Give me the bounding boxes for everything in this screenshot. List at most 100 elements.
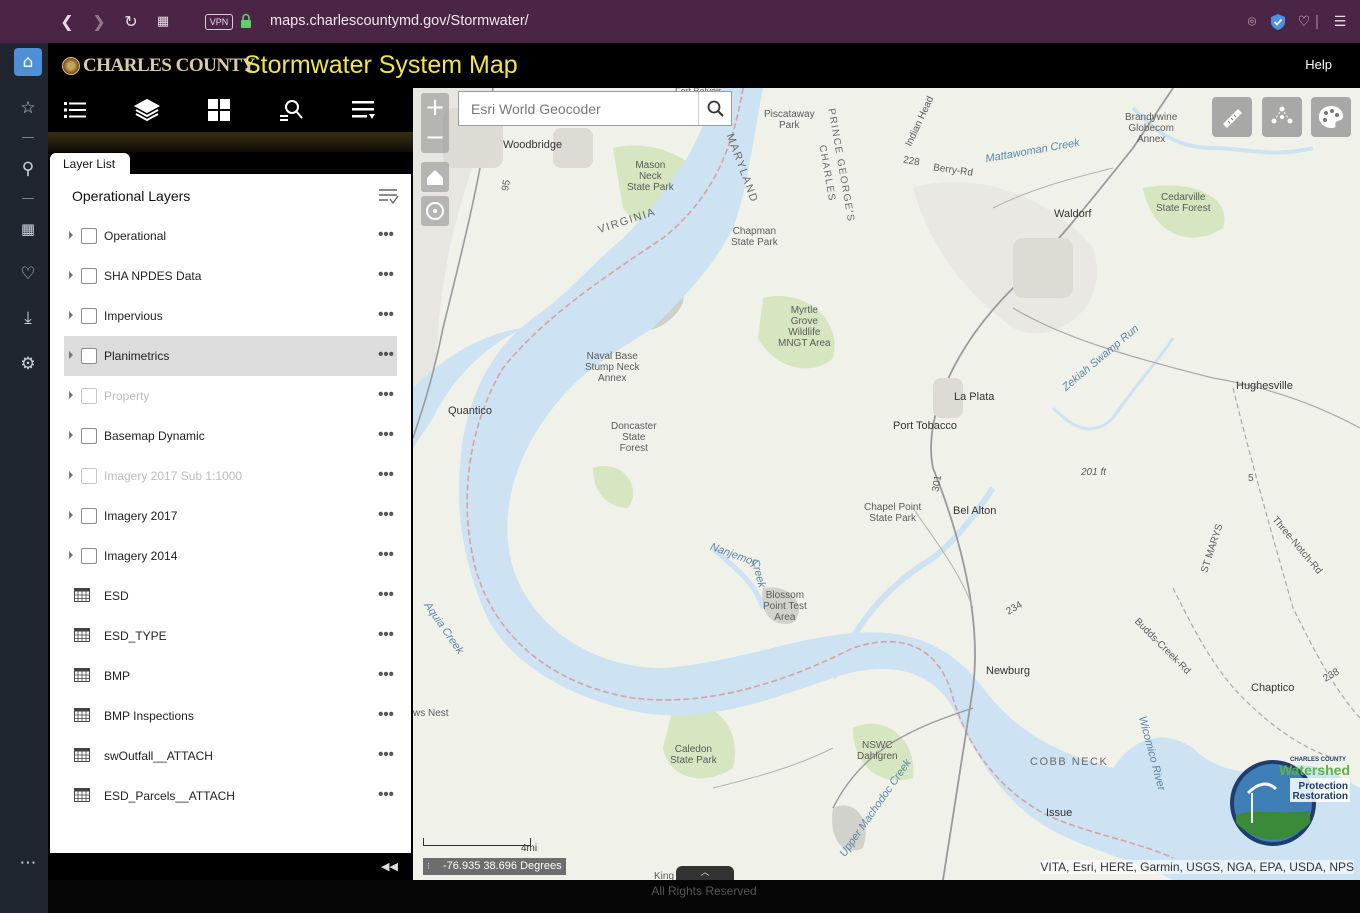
heart-icon[interactable]: ♡ bbox=[1294, 12, 1314, 32]
layer-visibility-checkbox[interactable] bbox=[81, 348, 97, 364]
menu-icon[interactable]: ☰ bbox=[1330, 12, 1350, 32]
more-options-icon[interactable]: ••• bbox=[377, 547, 395, 562]
map-label-waldorf: Waldorf bbox=[1054, 208, 1092, 220]
my-location-button[interactable] bbox=[421, 196, 449, 226]
layer-options-icon[interactable] bbox=[377, 186, 399, 206]
layer-visibility-checkbox[interactable] bbox=[81, 468, 97, 484]
search-icon[interactable]: ⚲ bbox=[14, 155, 42, 183]
layer-visibility-checkbox[interactable] bbox=[81, 428, 97, 444]
map-view[interactable]: Woodbridge Mason Neck State Park Piscata… bbox=[413, 88, 1360, 880]
search-input[interactable] bbox=[459, 92, 699, 125]
search-button[interactable] bbox=[698, 92, 731, 125]
layers-icon[interactable] bbox=[133, 96, 161, 124]
more-options-icon[interactable]: ••• bbox=[377, 227, 395, 242]
home-icon[interactable]: ⌂ bbox=[14, 48, 42, 76]
more-options-icon[interactable]: ••• bbox=[377, 627, 395, 642]
expand-caret-icon[interactable] bbox=[69, 391, 73, 399]
layer-row[interactable]: ESD_TYPE ••• bbox=[64, 616, 397, 656]
collapse-panel-icon[interactable]: ◀◀ bbox=[381, 860, 398, 874]
map-label-ws-nest: ws Nest bbox=[413, 708, 449, 719]
draw-button[interactable] bbox=[1262, 97, 1302, 137]
layer-label: Imagery 2014 bbox=[104, 549, 178, 563]
more-options-icon[interactable]: ••• bbox=[377, 747, 395, 762]
layer-row[interactable]: Impervious ••• bbox=[64, 296, 397, 336]
scale-bar bbox=[423, 838, 531, 846]
back-icon[interactable]: ❮ bbox=[56, 11, 78, 33]
draw-icon bbox=[1271, 106, 1293, 124]
layer-visibility-checkbox[interactable] bbox=[81, 308, 97, 324]
expand-caret-icon[interactable] bbox=[69, 511, 73, 519]
more-options-icon[interactable]: ••• bbox=[377, 427, 395, 442]
forward-icon[interactable]: ❯ bbox=[88, 11, 110, 33]
more-options-icon[interactable]: ••• bbox=[377, 707, 395, 722]
tab-layer-list[interactable]: Layer List bbox=[50, 153, 130, 174]
expand-caret-icon[interactable] bbox=[69, 471, 73, 479]
layer-row[interactable]: BMP ••• bbox=[64, 656, 397, 696]
layer-row[interactable]: swOutfall__ATTACH ••• bbox=[64, 736, 397, 776]
expand-caret-icon[interactable] bbox=[69, 231, 73, 239]
layer-row[interactable]: Operational ••• bbox=[64, 216, 397, 256]
help-link[interactable]: Help bbox=[1305, 57, 1332, 72]
county-seal-icon bbox=[62, 57, 80, 75]
layer-row[interactable]: BMP Inspections ••• bbox=[64, 696, 397, 736]
download-icon[interactable]: ⤓ bbox=[14, 304, 42, 332]
more-options-icon[interactable]: ••• bbox=[377, 387, 395, 402]
basemap-gallery-icon[interactable] bbox=[205, 96, 233, 124]
layer-row[interactable]: Property ••• bbox=[64, 376, 397, 416]
home-extent-button[interactable] bbox=[421, 162, 449, 192]
layer-visibility-checkbox[interactable] bbox=[81, 268, 97, 284]
layer-row[interactable]: Planimetrics ••• bbox=[64, 336, 397, 376]
zoom-in-button[interactable]: + bbox=[421, 93, 449, 123]
map-label-doncaster: Doncaster State Forest bbox=[611, 421, 657, 454]
theme-button[interactable] bbox=[1311, 97, 1351, 137]
map-label-cedarville: Cedarville State Forest bbox=[1156, 192, 1211, 214]
measure-button[interactable] bbox=[1212, 97, 1252, 137]
layer-label: Impervious bbox=[104, 309, 163, 323]
layer-row[interactable]: SHA NPDES Data ••• bbox=[64, 256, 397, 296]
county-logo[interactable]: CHARLES COUNTY bbox=[62, 51, 255, 81]
heart-icon[interactable]: ♡ bbox=[14, 260, 42, 288]
more-options-icon[interactable]: ••• bbox=[377, 587, 395, 602]
layer-list-icon[interactable] bbox=[61, 96, 89, 124]
layer-row[interactable]: ESD ••• bbox=[64, 576, 397, 616]
layer-row[interactable]: ESD_Parcels__ATTACH ••• bbox=[64, 776, 397, 816]
more-options-icon[interactable]: ••• bbox=[377, 787, 395, 802]
zoom-control: + − bbox=[421, 93, 449, 153]
camera-icon[interactable]: ⌾ bbox=[1242, 12, 1262, 32]
more-options-icon[interactable]: ••• bbox=[377, 267, 395, 282]
more-options-icon[interactable]: ••• bbox=[377, 667, 395, 682]
palette-icon bbox=[1319, 106, 1343, 128]
layer-row[interactable]: Imagery 2017 ••• bbox=[64, 496, 397, 536]
layer-visibility-checkbox[interactable] bbox=[81, 548, 97, 564]
layer-row[interactable]: Basemap Dynamic ••• bbox=[64, 416, 397, 456]
zoom-out-button[interactable]: − bbox=[421, 123, 449, 153]
vpn-badge[interactable]: VPN bbox=[205, 14, 233, 30]
more-options-icon[interactable]: ••• bbox=[377, 507, 395, 522]
layer-visibility-checkbox[interactable] bbox=[81, 228, 97, 244]
expand-caret-icon[interactable] bbox=[69, 351, 73, 359]
query-icon[interactable] bbox=[277, 96, 305, 124]
expand-caret-icon[interactable] bbox=[69, 311, 73, 319]
more-options-icon[interactable]: ••• bbox=[377, 307, 395, 322]
more-options-icon[interactable]: ••• bbox=[377, 347, 395, 362]
gear-icon[interactable]: ⚙ bbox=[14, 350, 42, 378]
layer-visibility-checkbox[interactable] bbox=[81, 388, 97, 404]
more-icon[interactable]: ⋯ bbox=[14, 849, 42, 877]
star-icon[interactable]: ☆ bbox=[14, 94, 42, 122]
speed-dial-icon[interactable]: ▦ bbox=[14, 215, 42, 243]
layer-row[interactable]: Imagery 2014 ••• bbox=[64, 536, 397, 576]
reload-icon[interactable]: ↻ bbox=[120, 11, 142, 33]
shield-icon[interactable] bbox=[1268, 12, 1288, 32]
tabs-grid-icon[interactable]: ▦ bbox=[152, 11, 174, 33]
coordinate-readout[interactable]: ⁝ -76.935 38.696 Degrees bbox=[423, 858, 566, 875]
layer-visibility-checkbox[interactable] bbox=[81, 508, 97, 524]
layer-row[interactable]: Imagery 2017 Sub 1:1000 ••• bbox=[64, 456, 397, 496]
expand-caret-icon[interactable] bbox=[69, 551, 73, 559]
caption-tab[interactable]: ︿ bbox=[676, 866, 734, 880]
more-options-icon[interactable]: ••• bbox=[377, 467, 395, 482]
address-bar[interactable]: maps.charlescountymd.gov/Stormwater/ bbox=[270, 13, 529, 29]
attribute-table-icon[interactable] bbox=[349, 96, 377, 124]
expand-caret-icon[interactable] bbox=[69, 271, 73, 279]
table-icon bbox=[74, 748, 90, 762]
expand-caret-icon[interactable] bbox=[69, 431, 73, 439]
